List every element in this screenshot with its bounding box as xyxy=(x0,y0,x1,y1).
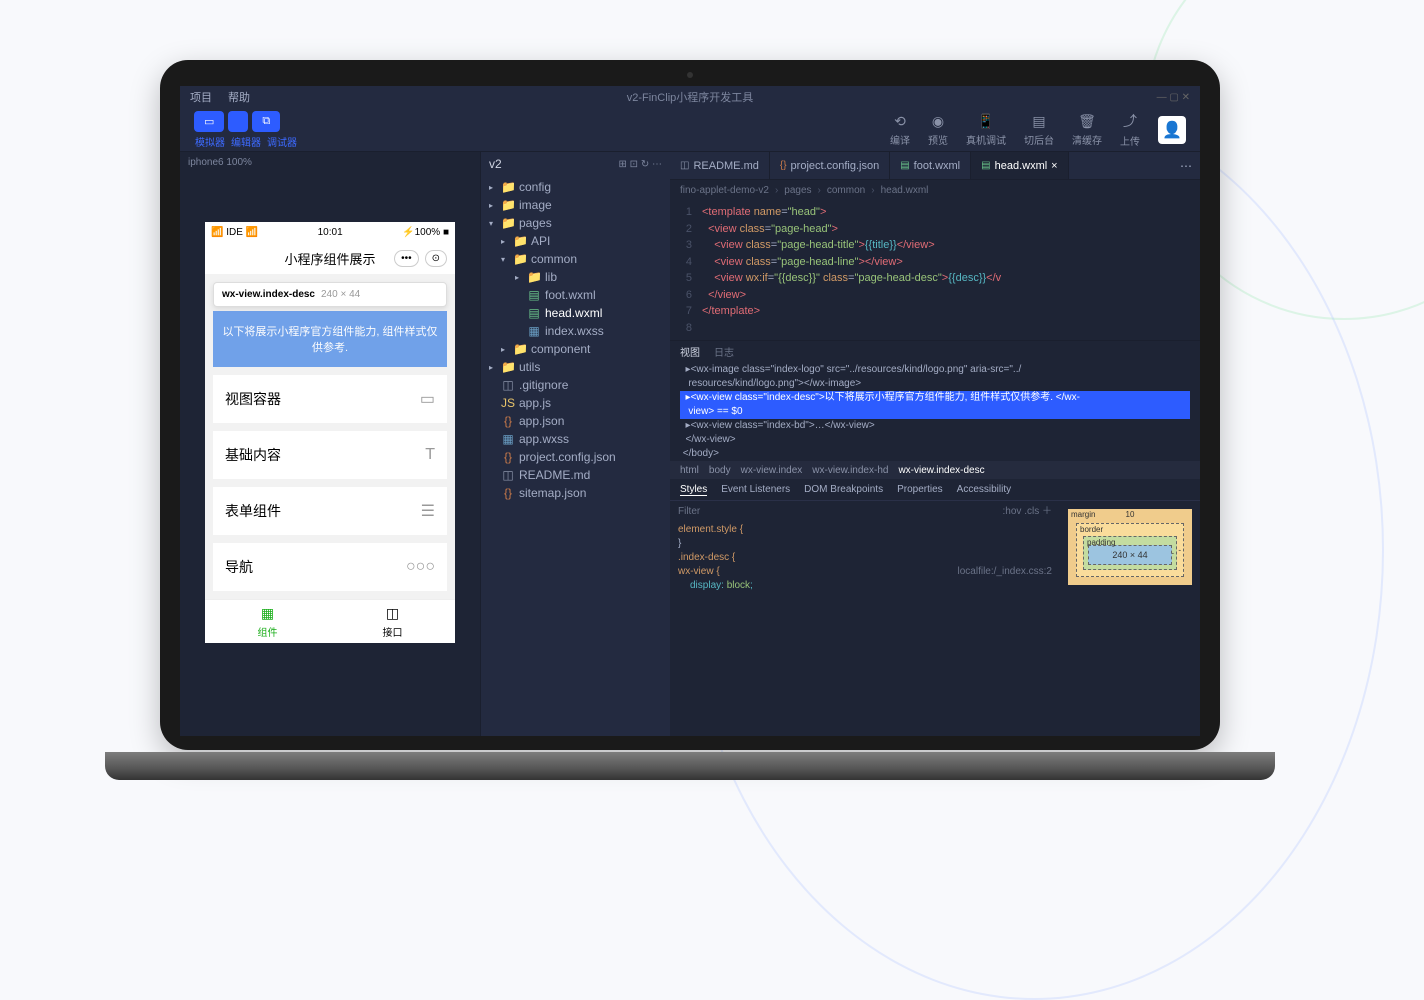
window-title: v2-FinClip小程序开发工具 xyxy=(627,89,754,105)
toolbar-action-预览[interactable]: ◉预览 xyxy=(928,113,948,147)
menu-project[interactable]: 项目 xyxy=(190,89,212,105)
component-row[interactable]: 导航○○○ xyxy=(213,543,447,591)
devtools: 视图 日志 ▸<wx-image class="index-logo" src=… xyxy=(670,340,1200,600)
phone-tab[interactable]: ◫接口 xyxy=(330,600,455,643)
styles-toggles[interactable]: :hov .cls ＋ xyxy=(1003,505,1052,519)
file-explorer: v2 ⊞ ⊡ ↻ ⋯ ▸📁config▸📁image▾📁pages▸📁API▾📁… xyxy=(480,152,670,736)
laptop-base xyxy=(105,752,1275,780)
inspector-tooltip: wx-view.index-desc 240 × 44 xyxy=(213,282,447,307)
highlighted-element[interactable]: 以下将展示小程序官方组件能力, 组件样式仅供参考. xyxy=(213,311,447,367)
box-model: margin 10 border - padding - 240 × 4 xyxy=(1060,501,1200,600)
devtools-tab-console[interactable]: 日志 xyxy=(714,344,734,359)
editor-pane: ◫README.md{}project.config.json▤foot.wxm… xyxy=(670,152,1200,736)
tree-node[interactable]: JSapp.js xyxy=(481,394,670,412)
phone-close-icon[interactable]: ⊙ xyxy=(425,250,447,267)
simulator-device-label: iphone6 100% xyxy=(180,152,480,172)
dom-tree[interactable]: ▸<wx-image class="index-logo" src="../re… xyxy=(670,361,1200,461)
editor-tab[interactable]: ◫README.md xyxy=(670,152,770,179)
tree-node[interactable]: ▸📁image xyxy=(481,196,670,214)
crumb[interactable]: wx-view.index-hd xyxy=(812,465,888,476)
code-editor[interactable]: 1<template name="head">2 <view class="pa… xyxy=(670,200,1200,340)
editor-tab[interactable]: ▤head.wxml× xyxy=(971,152,1068,179)
component-row[interactable]: 视图容器▭ xyxy=(213,375,447,423)
mode-label: 编辑器 xyxy=(230,134,262,149)
tree-node[interactable]: ▤foot.wxml xyxy=(481,286,670,304)
editor-tab[interactable]: {}project.config.json xyxy=(770,152,890,179)
camera-icon xyxy=(687,72,693,78)
menubar: 项目 帮助 v2-FinClip小程序开发工具 — ▢ ✕ xyxy=(180,86,1200,108)
tree-node[interactable]: ▸📁lib xyxy=(481,268,670,286)
devtools-tab-elements[interactable]: 视图 xyxy=(680,344,700,359)
editor-tabs: ◫README.md{}project.config.json▤foot.wxm… xyxy=(670,152,1200,180)
laptop-frame: 项目 帮助 v2-FinClip小程序开发工具 — ▢ ✕ ▭ ⧉ 模拟器编辑器调… xyxy=(160,60,1220,780)
mode-label: 模拟器 xyxy=(194,134,226,149)
tree-node[interactable]: ▦app.wxss xyxy=(481,430,670,448)
tree-node[interactable]: ▸📁API xyxy=(481,232,670,250)
tabs-more-icon[interactable]: ⋯ xyxy=(1172,159,1200,173)
breadcrumb[interactable]: fino-applet-demo-v2›pages›common›head.wx… xyxy=(670,180,1200,200)
phone-status-left: 📶 IDE 📶 xyxy=(211,227,258,238)
phone-tab[interactable]: ▦组件 xyxy=(205,600,330,643)
toolbar-action-清缓存[interactable]: 🗑清缓存 xyxy=(1072,113,1102,147)
style-tab[interactable]: Properties xyxy=(897,484,943,495)
editor-tab[interactable]: ▤foot.wxml xyxy=(890,152,971,179)
window-controls[interactable]: — ▢ ✕ xyxy=(1157,92,1190,103)
ide-window: 项目 帮助 v2-FinClip小程序开发工具 — ▢ ✕ ▭ ⧉ 模拟器编辑器调… xyxy=(180,86,1200,736)
mode-button-1[interactable] xyxy=(228,111,248,132)
toolbar-action-切后台[interactable]: ▤切后台 xyxy=(1024,113,1054,147)
style-tab[interactable]: Event Listeners xyxy=(721,484,790,495)
toolbar-action-编译[interactable]: ⟲编译 xyxy=(890,113,910,147)
mode-button-0[interactable]: ▭ xyxy=(194,111,224,132)
user-avatar[interactable]: 👤 xyxy=(1158,116,1186,144)
tree-node[interactable]: {}app.json xyxy=(481,412,670,430)
style-tab[interactable]: Styles xyxy=(680,484,707,496)
toolbar-action-真机调试[interactable]: 📱真机调试 xyxy=(966,113,1006,147)
component-row[interactable]: 基础内容T xyxy=(213,431,447,479)
style-tab[interactable]: DOM Breakpoints xyxy=(804,484,883,495)
mode-button-2[interactable]: ⧉ xyxy=(252,111,280,132)
crumb[interactable]: wx-view.index xyxy=(741,465,803,476)
styles-pane[interactable]: Filter :hov .cls ＋ element.style {}.inde… xyxy=(670,501,1060,600)
phone-title: 小程序组件展示 xyxy=(284,249,375,268)
component-row[interactable]: 表单组件☰ xyxy=(213,487,447,535)
phone-menu-icon[interactable]: ••• xyxy=(394,250,419,267)
mode-label: 调试器 xyxy=(266,134,298,149)
toolbar-action-上传[interactable]: ⤴上传 xyxy=(1120,111,1140,148)
tree-node[interactable]: {}project.config.json xyxy=(481,448,670,466)
menu-help[interactable]: 帮助 xyxy=(228,89,250,105)
tree-node[interactable]: ▤head.wxml xyxy=(481,304,670,322)
tree-node[interactable]: ▦index.wxss xyxy=(481,322,670,340)
styles-filter[interactable]: Filter xyxy=(678,505,700,519)
crumb[interactable]: wx-view.index-desc xyxy=(898,465,984,476)
tree-node[interactable]: {}sitemap.json xyxy=(481,484,670,502)
close-icon[interactable]: × xyxy=(1051,160,1057,172)
phone-preview[interactable]: 📶 IDE 📶 10:01 ⚡100% ■ 小程序组件展示 •••⊙ wx-vi xyxy=(205,222,455,643)
phone-status-time: 10:01 xyxy=(318,227,343,238)
simulator-pane: iphone6 100% 📶 IDE 📶 10:01 ⚡100% ■ 小程序组件… xyxy=(180,152,480,736)
tree-node[interactable]: ▸📁config xyxy=(481,178,670,196)
phone-status-right: ⚡100% ■ xyxy=(402,227,449,238)
crumb[interactable]: html xyxy=(680,465,699,476)
dom-breadcrumb[interactable]: html body wx-view.index wx-view.index-hd wx-… xyxy=(670,461,1200,479)
styles-tabs: Styles Event Listeners DOM Breakpoints Prop… xyxy=(670,479,1200,501)
tree-node[interactable]: ▸📁component xyxy=(481,340,670,358)
tree-node[interactable]: ▾📁common xyxy=(481,250,670,268)
tree-root-label[interactable]: v2 xyxy=(489,157,502,171)
toolbar: ▭ ⧉ 模拟器编辑器调试器 ⟲编译 ◉预览 📱真机调试 ▤切后台 🗑清缓存 ⤴上传 👤 xyxy=(180,108,1200,152)
tree-node[interactable]: ▸📁utils xyxy=(481,358,670,376)
style-tab[interactable]: Accessibility xyxy=(957,484,1011,495)
tree-node[interactable]: ▾📁pages xyxy=(481,214,670,232)
tree-node[interactable]: ◫README.md xyxy=(481,466,670,484)
tree-action-icons[interactable]: ⊞ ⊡ ↻ ⋯ xyxy=(619,159,662,170)
crumb[interactable]: body xyxy=(709,465,731,476)
tree-node[interactable]: ◫.gitignore xyxy=(481,376,670,394)
